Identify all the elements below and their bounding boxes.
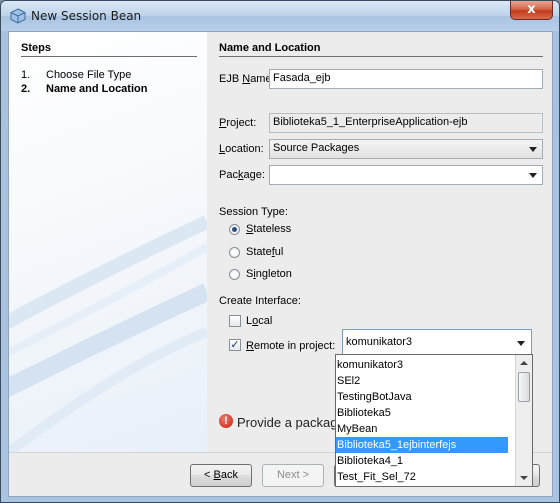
button-text: < [204, 469, 214, 481]
list-item[interactable]: SEl2 [336, 373, 508, 389]
label-text: State [246, 246, 272, 258]
project-field: Biblioteka5_1_EnterpriseApplication-ejb [269, 113, 543, 133]
remote-label[interactable]: Remote in project: [246, 340, 335, 352]
back-button[interactable]: < Back [190, 464, 252, 487]
error-message: Provide a package [237, 415, 345, 430]
next-button[interactable]: Next > [262, 464, 324, 487]
stateless-label[interactable]: Stateless [246, 223, 291, 235]
scroll-down-icon[interactable] [520, 476, 528, 480]
list-item-selected[interactable]: Biblioteka5_1ejbinterfejs [336, 437, 508, 453]
list-item[interactable]: Biblioteka5 [336, 405, 508, 421]
location-label: Location: [219, 143, 264, 155]
location-value: Source Packages [273, 142, 360, 154]
label-text: tateless [253, 223, 292, 235]
stateless-radio[interactable] [229, 224, 240, 235]
label-text: age: [243, 169, 265, 181]
button-text: ack [220, 469, 238, 481]
error-icon: ! [219, 414, 233, 428]
window-title: New Session Bean [31, 9, 142, 23]
chevron-down-icon [529, 147, 537, 152]
remote-project-value: komunikator3 [346, 336, 413, 348]
local-checkbox[interactable] [229, 315, 241, 327]
list-item[interactable]: MyBean [336, 421, 508, 437]
netbeans-cube-icon [10, 8, 26, 24]
dropdown-scrollbar[interactable] [515, 355, 532, 486]
wizard-swoosh-graphic [9, 215, 207, 452]
step-choose-file-type: 1. Choose File Type [21, 69, 131, 81]
scroll-thumb[interactable] [518, 372, 530, 402]
step-number: 2. [21, 83, 31, 95]
chevron-down-icon [517, 341, 525, 346]
dialog-window: New Session Bean x Steps 1. Choose File T… [0, 0, 560, 503]
close-icon: x [527, 2, 536, 17]
label-text: Pac [219, 169, 238, 181]
remote-project-dropdown-list[interactable]: komunikator3 SEl2 TestingBotJava Bibliot… [335, 354, 533, 487]
content-divider [219, 56, 543, 57]
checkmark-icon: ✓ [230, 339, 240, 351]
remote-checkbox[interactable]: ✓ [229, 339, 241, 351]
step-label: Name and Location [46, 83, 148, 95]
create-interface-label: Create Interface: [219, 295, 301, 307]
ejb-name-input[interactable]: Fasada_ejb [269, 69, 543, 89]
project-value: Biblioteka5_1_EnterpriseApplication-ejb [273, 116, 468, 128]
package-label: Package: [219, 169, 265, 181]
mnemonic: N [242, 73, 251, 85]
label-text: EJB [219, 73, 243, 85]
stateful-radio[interactable] [229, 247, 240, 258]
step-number: 1. [21, 69, 31, 81]
label-text: emote in project: [253, 340, 336, 352]
step-name-and-location: 2. Name and Location [21, 83, 147, 95]
scroll-up-icon[interactable] [520, 361, 528, 365]
list-item[interactable]: Biblioteka4_1 [336, 453, 508, 469]
session-type-label: Session Type: [219, 206, 288, 218]
label-text: ngleton [255, 268, 292, 280]
project-label: Project: [219, 117, 256, 129]
mnemonic: B [213, 469, 221, 481]
label-text: ocation: [225, 143, 264, 155]
package-combo[interactable] [269, 165, 543, 185]
location-select[interactable]: Source Packages [269, 139, 543, 159]
remote-project-select[interactable]: komunikator3 [342, 329, 532, 355]
list-item[interactable]: Test_Fit_Sel_72 [336, 469, 508, 485]
list-item[interactable]: komunikator3 [336, 357, 508, 373]
singleton-radio[interactable] [229, 269, 240, 280]
step-label: Choose File Type [46, 69, 132, 81]
steps-heading: Steps [21, 42, 51, 54]
label-text: cal [258, 315, 273, 327]
singleton-label[interactable]: Singleton [246, 268, 292, 280]
steps-panel: Steps 1. Choose File Type 2. Name and Loca… [9, 32, 207, 452]
ejb-name-label: EJB Name: [219, 73, 275, 85]
list-item[interactable]: TestingBotJava [336, 389, 508, 405]
ejb-name-value: Fasada_ejb [273, 72, 331, 84]
close-button[interactable]: x [510, 1, 553, 20]
mnemonic: R [246, 340, 254, 352]
local-label[interactable]: Local [246, 315, 272, 327]
title-bar[interactable]: New Session Bean x [1, 1, 559, 31]
stateful-label[interactable]: Stateful [246, 246, 283, 258]
chevron-down-icon [529, 173, 537, 178]
label-text: ul [274, 246, 284, 258]
steps-divider [21, 56, 197, 57]
page-title: Name and Location [219, 42, 321, 54]
label-text: roject: [226, 117, 257, 129]
button-text: Next > [276, 469, 310, 481]
